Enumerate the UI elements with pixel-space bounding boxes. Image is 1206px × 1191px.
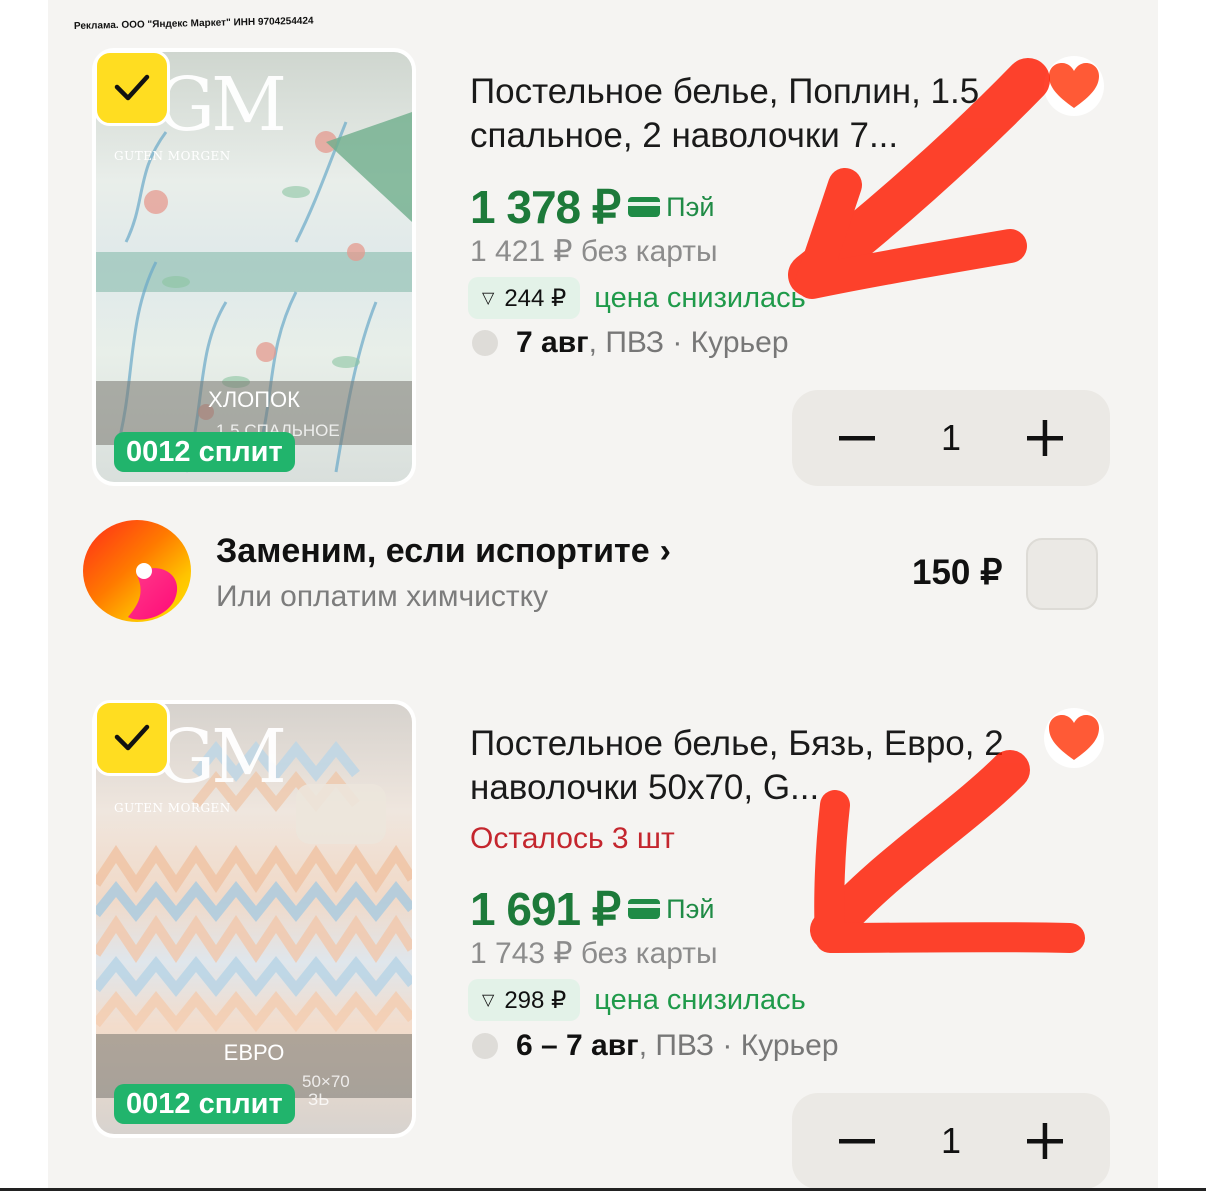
product-title-1[interactable]: Постельное белье, Поплин, 1.5 спальное, … — [470, 70, 1030, 158]
delivery-row-1: 7 авг , ПВЗ · Курьер — [472, 326, 789, 360]
select-checkbox-2[interactable] — [94, 700, 170, 776]
chevron-right-icon: › — [659, 532, 671, 570]
select-checkbox-1[interactable] — [94, 50, 170, 126]
brand-name: GUTEN MORGEN — [114, 149, 231, 163]
delivery-dot-icon — [472, 330, 498, 356]
image-caption: ЕВРО — [223, 1040, 285, 1065]
pay-label: Пэй — [666, 893, 715, 924]
delivery-methods: , ПВЗ · Курьер — [638, 1029, 839, 1062]
increase-button[interactable] — [1020, 413, 1070, 463]
image-caption-sub2: ЗЬ — [308, 1090, 330, 1109]
price-drop-badge: ▽ 244 ₽ — [468, 277, 581, 319]
price-drop-amount: 244 ₽ — [504, 284, 567, 312]
check-icon — [114, 74, 150, 101]
quantity-value: 1 — [940, 417, 962, 458]
price-drop-row-2: ▽ 298 ₽ цена снизилась — [468, 979, 806, 1021]
old-price-1: 1 421 ₽ без карты — [470, 235, 718, 268]
triangle-down-icon: ▽ — [482, 290, 495, 307]
product-price-2: 1 691 ₽ — [470, 883, 621, 935]
delivery-dot-icon — [472, 1033, 498, 1059]
plus-icon — [1027, 1123, 1063, 1159]
service-subtitle: Или оплатим химчистку — [216, 580, 549, 613]
stock-warning: Осталось 3 шт — [470, 822, 675, 855]
service-title-text: Заменим, если испортите — [216, 532, 650, 570]
quantity-stepper-1: 1 — [792, 390, 1110, 486]
brand-name: GUTEN MORGEN — [114, 801, 231, 815]
card-icon — [628, 899, 661, 919]
service-price: 150 ₽ — [912, 553, 1003, 592]
product-price-1: 1 378 ₽ — [470, 181, 621, 233]
heart-icon — [1049, 715, 1099, 760]
brand-logo: GM — [156, 714, 287, 800]
card-icon — [628, 197, 661, 217]
minus-icon — [839, 1139, 875, 1144]
price-drop-badge: ▽ 298 ₽ — [468, 979, 581, 1021]
image-caption: ХЛОПОК — [208, 387, 300, 412]
delivery-date: 6 – 7 авг — [516, 1029, 639, 1062]
favorite-button-1[interactable] — [1044, 56, 1104, 116]
split-badge: 0012 сплит — [114, 1084, 295, 1124]
triangle-down-icon: ▽ — [482, 992, 495, 1009]
decrease-button[interactable] — [832, 413, 882, 463]
increase-button[interactable] — [1020, 1116, 1070, 1166]
pay-label: Пэй — [666, 191, 715, 222]
minus-icon — [839, 436, 875, 441]
split-badge: 0012 сплит — [114, 432, 295, 472]
price-drop-amount: 298 ₽ — [504, 986, 567, 1014]
price-row-2: 1 691 ₽ Пэй — [470, 882, 714, 936]
quantity-stepper-2: 1 — [792, 1093, 1110, 1189]
price-drop-label: цена снизилась — [594, 281, 806, 314]
check-icon — [114, 724, 150, 751]
old-price-2: 1 743 ₽ без карты — [470, 937, 718, 970]
price-drop-label: цена снизилась — [594, 983, 806, 1016]
decrease-button[interactable] — [832, 1116, 882, 1166]
heart-icon — [1049, 63, 1099, 108]
image-caption-sub: 50×70 — [302, 1072, 350, 1091]
product-title-2[interactable]: Постельное белье, Бязь, Евро, 2 наволочк… — [470, 722, 1030, 810]
plus-icon — [1027, 420, 1063, 456]
service-logo-icon — [83, 520, 191, 622]
brand-logo: GM — [156, 62, 287, 148]
quantity-value: 1 — [940, 1120, 962, 1161]
favorite-button-2[interactable] — [1044, 708, 1104, 768]
service-checkbox[interactable] — [1026, 538, 1098, 610]
price-drop-row-1: ▽ 244 ₽ цена снизилась — [468, 277, 806, 319]
service-title[interactable]: Заменим, если испортите › — [216, 532, 671, 571]
delivery-date: 7 авг — [516, 326, 589, 359]
price-row-1: 1 378 ₽ Пэй — [470, 180, 714, 234]
delivery-row-2: 6 – 7 авг , ПВЗ · Курьер — [472, 1029, 839, 1063]
delivery-methods: , ПВЗ · Курьер — [588, 326, 789, 359]
